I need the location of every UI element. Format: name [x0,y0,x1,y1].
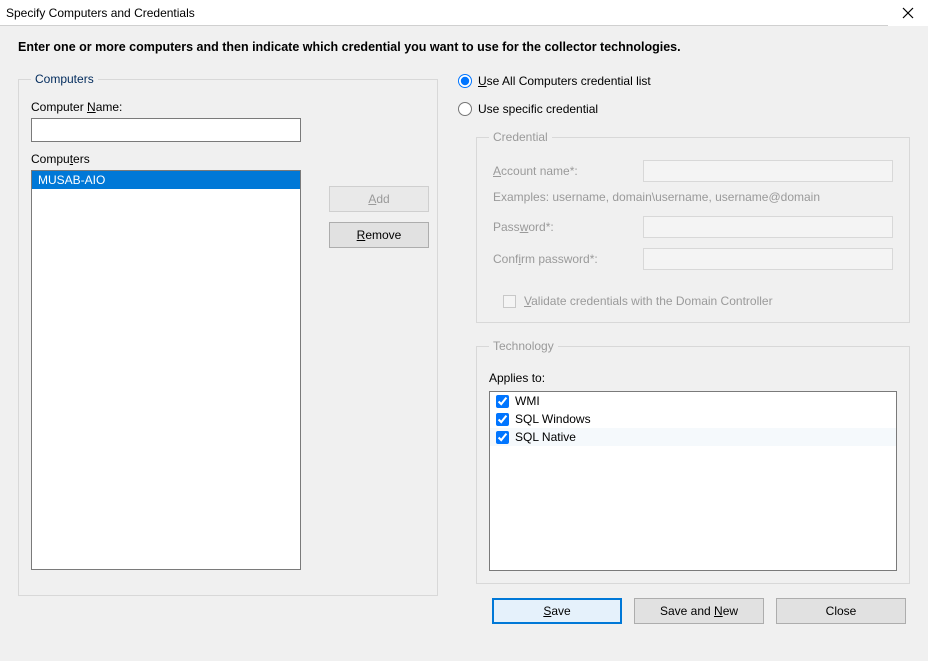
password-input [643,216,893,238]
save-button[interactable]: Save [492,598,622,624]
tech-item-sqlnative[interactable]: SQL Native [490,428,896,446]
account-name-label: Account name*: [493,164,633,178]
radio-use-specific-label: Use specific credential [478,102,598,116]
computer-name-label: Computer Name: [31,100,425,114]
technology-group: Technology Applies to: WMI SQL Windows [476,339,910,584]
credential-legend: Credential [489,130,552,144]
close-button[interactable]: Close [776,598,906,624]
tech-label: SQL Native [515,430,576,444]
tech-item-wmi[interactable]: WMI [490,392,896,410]
close-icon[interactable] [888,0,928,26]
technology-list[interactable]: WMI SQL Windows SQL Native [489,391,897,571]
confirm-password-label: Confirm password*: [493,252,633,266]
tech-label: SQL Windows [515,412,591,426]
validate-label: Validate credentials with the Domain Con… [524,294,773,308]
tech-item-sqlwin[interactable]: SQL Windows [490,410,896,428]
computers-legend: Computers [31,72,98,86]
computers-group: Computers Computer Name: Computers MUSAB… [18,72,438,596]
remove-button[interactable]: Remove [329,222,429,248]
account-name-input [643,160,893,182]
instruction-text: Enter one or more computers and then ind… [18,40,910,54]
tech-checkbox[interactable] [496,413,509,426]
tech-checkbox[interactable] [496,395,509,408]
list-item[interactable]: MUSAB-AIO [32,171,300,189]
radio-use-all-input[interactable] [458,74,472,88]
computers-listbox[interactable]: MUSAB-AIO [31,170,301,570]
validate-checkbox [503,295,516,308]
examples-text: Examples: username, domain\username, use… [493,190,893,204]
radio-use-all[interactable]: Use All Computers credential list [458,74,910,88]
titlebar: Specify Computers and Credentials [0,0,928,26]
radio-use-specific-input[interactable] [458,102,472,116]
applies-to-label: Applies to: [489,371,897,385]
radio-use-specific[interactable]: Use specific credential [458,102,910,116]
footer-buttons: Save Save and New Close [458,598,910,624]
tech-label: WMI [515,394,540,408]
validate-row: Validate credentials with the Domain Con… [503,294,893,308]
computer-name-input[interactable] [31,118,301,142]
save-and-new-button[interactable]: Save and New [634,598,764,624]
computers-list-label: Computers [31,152,425,166]
password-label: Password*: [493,220,633,234]
window-title: Specify Computers and Credentials [6,6,195,20]
tech-checkbox[interactable] [496,431,509,444]
add-button: Add [329,186,429,212]
confirm-password-input [643,248,893,270]
technology-legend: Technology [489,339,558,353]
credential-group: Credential Account name*: Examples: user… [476,130,910,323]
